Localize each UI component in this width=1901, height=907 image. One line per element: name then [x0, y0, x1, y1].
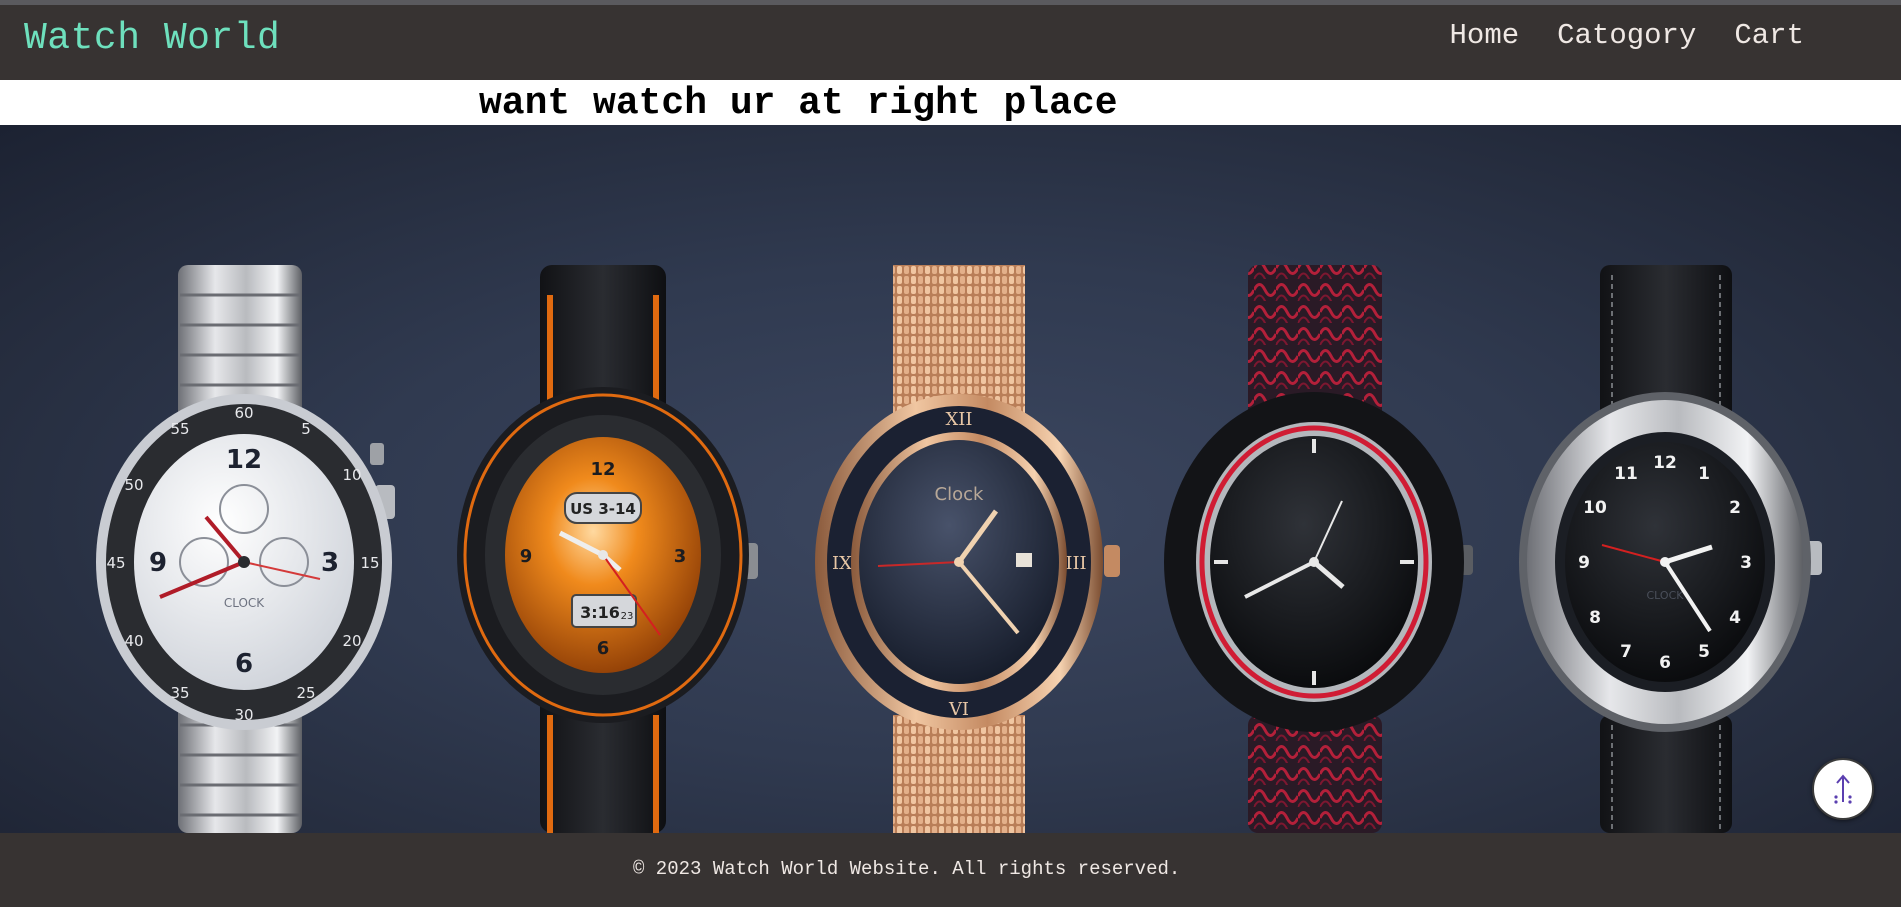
nav-link-cart[interactable]: Cart	[1734, 19, 1804, 52]
svg-text:1: 1	[1698, 464, 1710, 484]
svg-text:45: 45	[106, 554, 125, 572]
svg-text:30: 30	[234, 706, 253, 724]
svg-text:5: 5	[1698, 642, 1710, 662]
footer-copyright: © 2023 Watch World Website. All rights r…	[633, 858, 1181, 880]
svg-text:9: 9	[149, 548, 167, 578]
svg-text:3:16: 3:16	[580, 603, 620, 622]
svg-text:12: 12	[1653, 453, 1677, 473]
svg-text:3: 3	[674, 546, 687, 567]
footer: © 2023 Watch World Website. All rights r…	[0, 833, 1901, 907]
svg-text:7: 7	[1620, 642, 1632, 662]
svg-text:CLOCK: CLOCK	[224, 596, 265, 610]
svg-text:20: 20	[342, 632, 361, 650]
svg-text:10: 10	[1583, 498, 1607, 518]
watch-lineup-illustration: 60510 152025 303540 455055 12369 CLOCK 1…	[96, 265, 1822, 833]
nav-link-home[interactable]: Home	[1450, 19, 1520, 52]
svg-text:4: 4	[1729, 608, 1741, 628]
watch-sport-orange: 12 3 6 9 US 3-14 3:16 23	[457, 265, 758, 833]
svg-text:3: 3	[1740, 553, 1752, 573]
svg-text:IX: IX	[832, 553, 852, 574]
watch-rosegold-navy: XII III VI IX Clock	[815, 265, 1120, 833]
svg-text:6: 6	[235, 649, 253, 679]
hero-banner-image: 60 5 10 15 20 25 30 35 40 45 50 55 12 3 6 9 CLOCK	[0, 125, 1901, 833]
arrow-up-icon	[1834, 774, 1852, 804]
svg-text:6: 6	[1659, 653, 1671, 673]
watch-silver-leather: 12 12 3 45 6 78 9 10 11 CLOCK	[1519, 265, 1822, 833]
svg-text:25: 25	[296, 684, 315, 702]
svg-text:Clock: Clock	[935, 484, 984, 505]
back-to-top-button[interactable]	[1812, 758, 1874, 820]
watch-steel-white: 60 5 10 15 20 25 30 35 40 45 50 55 12 3 6 9 CLOCK	[96, 265, 395, 833]
svg-text:11: 11	[1614, 464, 1638, 484]
svg-text:60: 60	[234, 404, 253, 422]
svg-text:6: 6	[597, 638, 610, 659]
svg-text:35: 35	[170, 684, 189, 702]
svg-text:9: 9	[1578, 553, 1590, 573]
svg-text:XII: XII	[945, 409, 972, 430]
svg-text:55: 55	[170, 420, 189, 438]
svg-text:VI: VI	[948, 699, 969, 720]
svg-text:CLOCK: CLOCK	[1647, 589, 1685, 602]
svg-text:5: 5	[301, 420, 311, 438]
svg-text:9: 9	[520, 546, 533, 567]
nav-links: Home Catogory Cart	[1450, 19, 1804, 52]
svg-text:8: 8	[1589, 608, 1601, 628]
navbar: Watch World Home Catogory Cart	[0, 5, 1901, 80]
site-logo[interactable]: Watch World	[24, 17, 280, 60]
svg-text:50: 50	[124, 476, 143, 494]
svg-text:III: III	[1065, 553, 1086, 574]
watch-black-red	[1164, 265, 1473, 833]
svg-text:12: 12	[226, 445, 262, 475]
nav-link-category[interactable]: Catogory	[1557, 19, 1696, 52]
svg-text:3: 3	[321, 548, 339, 578]
svg-text:2: 2	[1729, 498, 1741, 518]
svg-text:23: 23	[621, 611, 634, 622]
tagline-bar: want watch ur at right place	[0, 80, 1901, 125]
hero-tagline: want watch ur at right place	[479, 82, 1118, 125]
svg-text:US 3-14: US 3-14	[570, 500, 636, 518]
svg-text:10: 10	[342, 466, 361, 484]
svg-text:12: 12	[590, 459, 615, 480]
svg-text:40: 40	[124, 632, 143, 650]
svg-text:15: 15	[360, 554, 379, 572]
